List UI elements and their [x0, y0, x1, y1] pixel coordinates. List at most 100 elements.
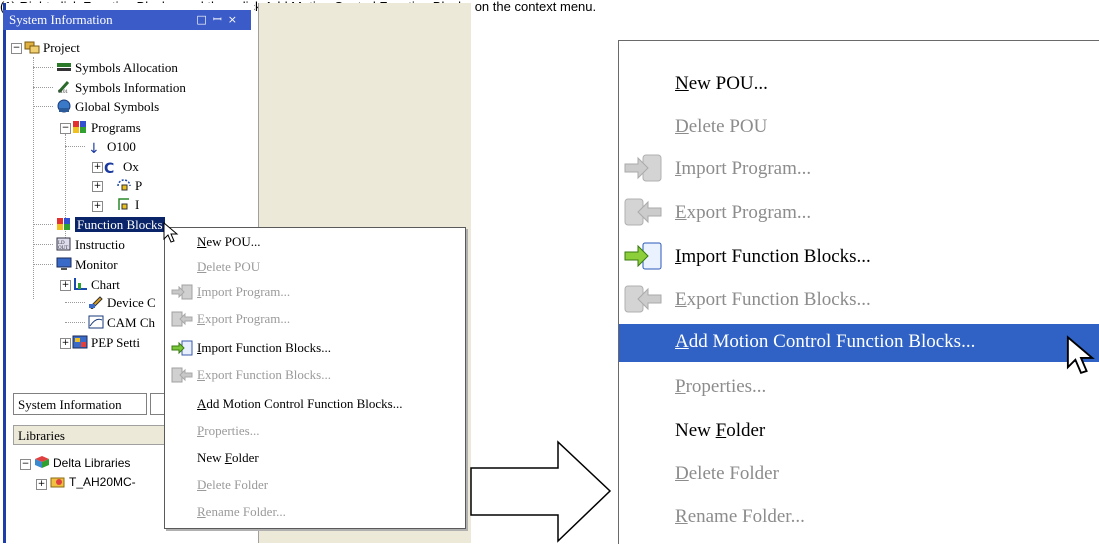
expand-pep-icon[interactable]: +	[60, 338, 71, 349]
access-key: F	[224, 450, 233, 465]
interrupt-icon	[118, 198, 129, 210]
menu-item-rename-folder[interactable]: Rename Folder...	[675, 506, 805, 528]
menu-item-add-motion-control-function-blocks[interactable]: Add Motion Control Function Blocks...	[675, 331, 975, 353]
menu-label: mport Program...	[681, 158, 812, 179]
tree-line	[33, 67, 53, 68]
menu-label: xport Program...	[204, 311, 291, 326]
tree-node-p[interactable]: P	[116, 176, 142, 195]
export-program-icon	[624, 198, 662, 226]
expand-t-ah20mc-icon[interactable]: +	[36, 479, 47, 490]
expand-chart-icon[interactable]: +	[60, 280, 71, 291]
tree-node-project[interactable]: Project	[24, 38, 80, 57]
menu-item-new-pou[interactable]: New POU...	[197, 234, 261, 250]
tab-system-information[interactable]: System Information	[13, 393, 147, 415]
menu-item-import-program[interactable]: Import Program...	[675, 158, 811, 180]
menu-item-properties[interactable]: Properties...	[197, 423, 259, 439]
tree-label: Chart	[91, 277, 120, 292]
tree-label: Project	[43, 40, 80, 55]
tree-line	[33, 244, 53, 245]
tree-node-instruction[interactable]: LD OUT Instructio	[56, 235, 125, 254]
menu-label: mport Function Blocks...	[681, 246, 871, 267]
tree-node-monitor[interactable]: Monitor	[56, 255, 118, 274]
menu-label: ew POU...	[206, 234, 261, 249]
tree-label: Symbols Information	[75, 80, 186, 95]
access-key: D	[197, 259, 207, 274]
menu-item-delete-folder[interactable]: Delete Folder	[197, 477, 268, 493]
tree-label: Ox	[123, 159, 139, 174]
cycle-icon: C	[104, 161, 115, 177]
collapse-project-icon[interactable]: −	[11, 43, 22, 54]
subroutine-icon	[117, 179, 131, 191]
tree-node-o100[interactable]: ↓ O100	[88, 137, 136, 156]
tree-line	[33, 106, 53, 107]
menu-label: elete Folder	[206, 477, 269, 492]
tree-label: Programs	[91, 120, 141, 135]
menu-item-properties[interactable]: Properties...	[675, 376, 766, 398]
context-menu-small: New POU... Delete POU Import Program... …	[164, 227, 466, 529]
tree-node-chart[interactable]: Chart	[72, 275, 120, 294]
menu-label: roperties...	[685, 376, 767, 397]
menu-item-new-folder[interactable]: New Folder	[197, 450, 259, 466]
collapse-delta-libraries-icon[interactable]: −	[20, 459, 31, 470]
right-arrow-icon	[470, 440, 612, 543]
menu-label: mport Program...	[201, 284, 291, 299]
export-function-blocks-icon	[171, 367, 193, 383]
tree-label: P	[135, 178, 143, 193]
import-function-blocks-icon	[624, 242, 662, 270]
export-function-blocks-icon	[624, 285, 662, 313]
tree-node-device[interactable]: Device C	[88, 293, 156, 312]
tree-line	[65, 146, 85, 147]
tree-node-symbols-allocation[interactable]: Symbols Allocation	[56, 58, 178, 77]
tree-line	[33, 224, 53, 225]
export-program-icon	[171, 311, 193, 327]
menu-item-delete-pou[interactable]: Delete POU	[675, 116, 767, 138]
pin-icon[interactable]: ꟷ	[213, 13, 228, 26]
menu-item-delete-folder[interactable]: Delete Folder	[675, 463, 779, 485]
access-key: E	[675, 202, 687, 223]
tree-line	[33, 264, 53, 265]
tree-node-t-ah20mc[interactable]: T_AH20MC-	[50, 474, 136, 493]
tree-node-global-symbols[interactable]: Global Symbols	[56, 97, 159, 116]
close-icon[interactable]: ×	[228, 13, 243, 26]
tree-node-i[interactable]: I	[116, 195, 139, 214]
tree-node-pep[interactable]: PEP Setti	[72, 333, 140, 352]
access-key: A	[675, 331, 689, 352]
expand-i-icon[interactable]: +	[92, 201, 103, 212]
menu-item-export-program[interactable]: Export Program...	[675, 202, 811, 224]
menu-item-import-program[interactable]: Import Program...	[197, 284, 290, 300]
menu-label: ew POU...	[688, 73, 768, 94]
panel-window-buttons[interactable]: □ꟷ×	[196, 10, 243, 30]
menu-item-delete-pou[interactable]: Delete POU	[197, 259, 260, 275]
expand-ox-icon[interactable]: +	[92, 162, 103, 173]
menu-label: mport Function Blocks...	[201, 340, 331, 355]
access-key: F	[715, 420, 727, 441]
tree-line	[65, 322, 85, 323]
menu-item-export-function-blocks[interactable]: Export Function Blocks...	[197, 367, 331, 383]
symbols-allocation-icon	[57, 63, 71, 71]
menu-item-new-folder[interactable]: New Folder	[675, 420, 765, 442]
cube-icon	[35, 456, 49, 468]
menu-item-import-function-blocks[interactable]: Import Function Blocks...	[197, 340, 331, 356]
access-key: E	[675, 289, 687, 310]
access-key: D	[197, 477, 207, 492]
import-program-icon	[171, 284, 193, 300]
maximize-icon[interactable]: □	[196, 13, 212, 26]
collapse-programs-icon[interactable]: −	[60, 123, 71, 134]
tree-node-cam[interactable]: CAM Ch	[88, 313, 155, 332]
menu-item-export-program[interactable]: Export Program...	[197, 311, 290, 327]
tree-node-programs[interactable]: Programs	[72, 118, 141, 137]
tree-node-symbols-information[interactable]: 0101 Symbols Information	[56, 78, 186, 97]
menu-label: New	[197, 450, 225, 465]
tree-label: I	[135, 197, 140, 212]
tree-node-function-blocks[interactable]: Function Blocks	[56, 215, 165, 234]
menu-item-new-pou[interactable]: New POU...	[675, 73, 768, 95]
tree-node-delta-libraries[interactable]: Delta Libraries	[34, 455, 130, 474]
menu-item-export-function-blocks[interactable]: Export Function Blocks...	[675, 289, 871, 311]
expand-p-icon[interactable]: +	[92, 181, 103, 192]
project-icon	[24, 41, 40, 54]
menu-item-add-motion-control-function-blocks[interactable]: Add Motion Control Function Blocks...	[197, 396, 402, 412]
svg-text:OUT: OUT	[58, 246, 68, 251]
menu-item-import-function-blocks[interactable]: Import Function Blocks...	[675, 246, 871, 268]
tree-node-ox[interactable]: C Ox	[104, 157, 139, 176]
menu-item-rename-folder[interactable]: Rename Folder...	[197, 504, 286, 520]
